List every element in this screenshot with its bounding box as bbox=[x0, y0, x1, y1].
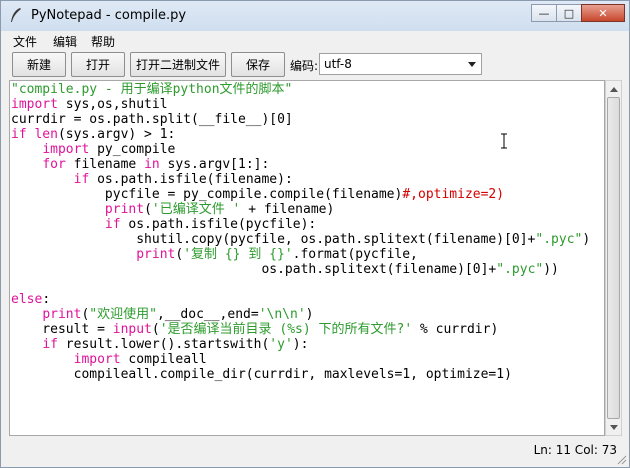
chevron-down-icon bbox=[468, 62, 476, 67]
window-controls: — □ ✕ bbox=[531, 4, 625, 24]
encoding-label: 编码: bbox=[290, 59, 319, 73]
status-bar: Ln: 11 Col: 73 bbox=[1, 437, 629, 467]
code-text[interactable]: "compile.py - 用于编译python文件的脚本" import sy… bbox=[11, 82, 590, 382]
close-icon: ✕ bbox=[598, 6, 608, 20]
open-binary-button[interactable]: 打开二进制文件 bbox=[130, 52, 226, 77]
new-button[interactable]: 新建 bbox=[12, 52, 66, 77]
close-button[interactable]: ✕ bbox=[581, 4, 625, 22]
encoding-value: utf-8 bbox=[324, 57, 352, 71]
open-button[interactable]: 打开 bbox=[71, 52, 125, 77]
code-editor[interactable]: "compile.py - 用于编译python文件的脚本" import sy… bbox=[9, 80, 605, 436]
menu-help[interactable]: 帮助 bbox=[91, 33, 115, 50]
title-bar[interactable]: PyNotepad - compile.py — □ ✕ bbox=[1, 1, 629, 31]
scroll-down-button[interactable] bbox=[606, 419, 621, 435]
toolbar: 新建 打开 打开二进制文件 保存 编码: utf-8 bbox=[1, 50, 629, 80]
minimize-button[interactable]: — bbox=[531, 4, 557, 22]
scrollbar-thumb[interactable] bbox=[607, 97, 620, 419]
cursor-position: Ln: 11 Col: 73 bbox=[533, 443, 617, 457]
app-window: PyNotepad - compile.py — □ ✕ 文件 编辑 帮助 新建… bbox=[0, 0, 630, 468]
scroll-up-icon bbox=[609, 86, 618, 92]
save-button[interactable]: 保存 bbox=[231, 52, 285, 77]
maximize-icon: □ bbox=[563, 6, 575, 20]
text-cursor-icon bbox=[501, 133, 507, 149]
encoding-select[interactable]: utf-8 bbox=[319, 53, 482, 75]
resize-grip-icon[interactable] bbox=[615, 453, 627, 465]
scroll-down-icon bbox=[609, 424, 618, 430]
vertical-scrollbar[interactable] bbox=[605, 80, 622, 436]
menu-edit[interactable]: 编辑 bbox=[53, 33, 77, 50]
maximize-button[interactable]: □ bbox=[556, 4, 582, 22]
scroll-up-button[interactable] bbox=[606, 81, 621, 97]
menu-file[interactable]: 文件 bbox=[13, 33, 37, 50]
window-title: PyNotepad - compile.py bbox=[31, 8, 187, 23]
app-feather-icon bbox=[11, 8, 21, 22]
minimize-icon: — bbox=[538, 6, 550, 20]
menu-bar: 文件 编辑 帮助 bbox=[1, 31, 629, 50]
